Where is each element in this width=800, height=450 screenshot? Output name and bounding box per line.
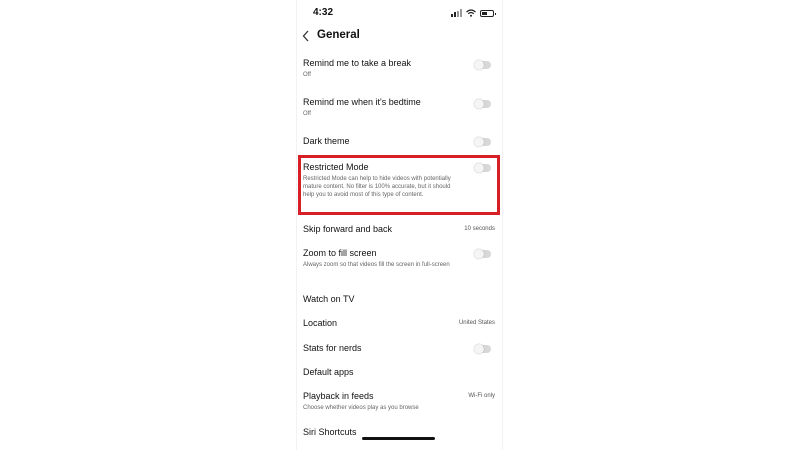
setting-title: Default apps <box>303 367 354 377</box>
back-arrow-icon[interactable] <box>301 29 311 43</box>
setting-title: Playback in feeds <box>303 391 374 401</box>
wifi-icon <box>466 9 476 17</box>
setting-stats-for-nerds[interactable]: Stats for nerds <box>303 343 495 354</box>
status-icons <box>451 8 496 17</box>
stats-nerds-toggle[interactable] <box>474 344 491 354</box>
setting-remind-bedtime[interactable]: Remind me when it's bedtime Off <box>303 97 495 118</box>
setting-subtitle: Always zoom so that videos fill the scre… <box>303 262 450 268</box>
setting-title: Watch on TV <box>303 294 355 304</box>
setting-watch-on-tv[interactable]: Watch on TV <box>303 294 495 305</box>
phone-screen: 4:32 General Remind me to take a break O… <box>297 0 502 450</box>
setting-value: United States <box>458 320 495 326</box>
setting-value: 10 seconds <box>464 226 495 232</box>
dark-theme-toggle[interactable] <box>474 137 491 147</box>
status-bar: 4:32 <box>297 0 502 26</box>
setting-playback-in-feeds[interactable]: Playback in feeds Choose whether videos … <box>303 391 495 412</box>
setting-skip-forward-back[interactable]: Skip forward and back 10 seconds <box>303 224 495 235</box>
setting-subtitle: Off <box>303 111 311 117</box>
setting-title: Zoom to fill screen <box>303 248 377 258</box>
setting-value: Wi-Fi only <box>468 393 495 399</box>
remind-bedtime-toggle[interactable] <box>474 99 491 109</box>
setting-title: Stats for nerds <box>303 343 362 353</box>
home-indicator[interactable] <box>362 437 435 440</box>
zoom-fill-toggle[interactable] <box>474 249 491 259</box>
battery-icon <box>480 10 496 17</box>
setting-dark-theme[interactable]: Dark theme <box>303 136 495 147</box>
setting-location[interactable]: Location United States <box>303 318 495 329</box>
signal-icon <box>451 9 462 17</box>
header: General <box>297 26 502 48</box>
page-title: General <box>317 29 360 41</box>
setting-zoom-fill[interactable]: Zoom to fill screen Always zoom so that … <box>303 248 495 270</box>
setting-title: Dark theme <box>303 136 350 146</box>
setting-title: Remind me when it's bedtime <box>303 97 421 107</box>
setting-default-apps[interactable]: Default apps <box>303 367 495 378</box>
status-time: 4:32 <box>313 7 334 18</box>
setting-remind-break[interactable]: Remind me to take a break Off <box>303 58 495 79</box>
setting-subtitle: Choose whether videos play as you browse <box>303 405 419 411</box>
restricted-mode-highlight <box>298 155 500 215</box>
remind-break-toggle[interactable] <box>474 60 491 70</box>
setting-title: Remind me to take a break <box>303 58 412 68</box>
setting-subtitle: Off <box>303 72 311 78</box>
